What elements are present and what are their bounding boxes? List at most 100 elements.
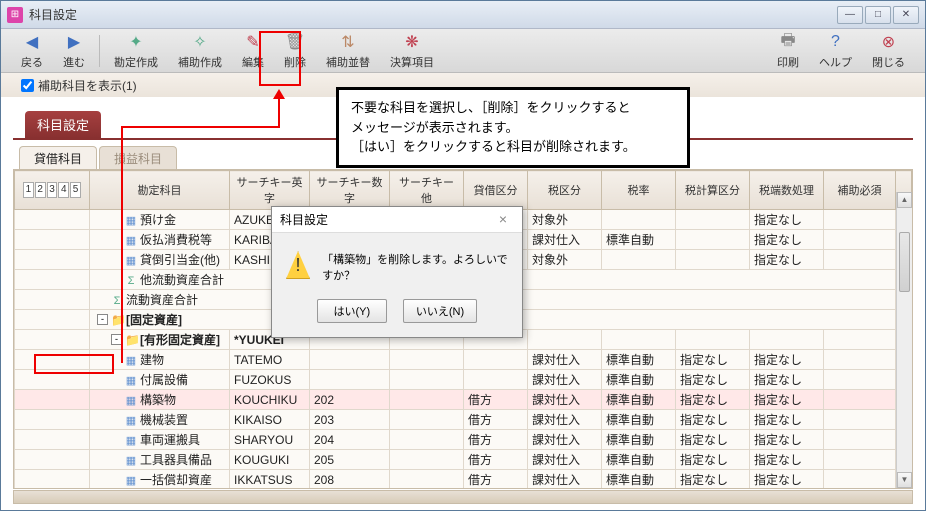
col-aux-req[interactable]: 補助必須: [824, 171, 896, 210]
col-tax-round[interactable]: 税端数処理: [750, 171, 824, 210]
item-icon: ▦: [125, 253, 137, 267]
create-account-button[interactable]: ✦ 勘定作成: [104, 29, 168, 72]
app-icon: ⊞: [7, 7, 23, 23]
aux-order-icon: ⇅: [337, 31, 359, 53]
cell-bs-type: 借方: [464, 390, 528, 410]
minimize-button[interactable]: —: [837, 6, 863, 24]
arrow-line-v2: [121, 126, 123, 363]
page-3[interactable]: 3: [47, 182, 58, 198]
cell-tax-rate: 標準自動: [602, 450, 676, 470]
table-row[interactable]: ▦車両運搬具SHARYOU204借方課対仕入標準自動指定なし指定なし: [15, 430, 912, 450]
cell-tax-rate: 標準自動: [602, 370, 676, 390]
cell-tax-round: 指定なし: [750, 410, 824, 430]
cell-tax-rate: 標準自動: [602, 430, 676, 450]
back-button[interactable]: ◀ 戻る: [11, 29, 53, 72]
table-row[interactable]: ▦機械装置KIKAISO203借方課対仕入標準自動指定なし指定なし: [15, 410, 912, 430]
page-2[interactable]: 2: [35, 182, 46, 198]
scroll-thumb[interactable]: [899, 232, 910, 292]
item-icon: ▦: [125, 453, 137, 467]
col-bs-type[interactable]: 貸借区分: [464, 171, 528, 210]
cell-key-other: [390, 410, 464, 430]
help-button[interactable]: ? ヘルプ: [809, 29, 862, 72]
show-aux-checkbox[interactable]: [21, 79, 34, 92]
scroll-down-button[interactable]: ▼: [897, 472, 912, 488]
tree-toggle[interactable]: -: [97, 314, 108, 325]
cell-tax-type: [528, 330, 602, 350]
help-icon: ?: [825, 31, 847, 53]
cell-tax-round: 指定なし: [750, 470, 824, 490]
no-button[interactable]: いいえ(N): [403, 299, 477, 323]
cell-key-other: [390, 350, 464, 370]
cell-key-num: 204: [310, 430, 390, 450]
settlement-button[interactable]: ❋ 決算項目: [380, 29, 444, 72]
cell-tax-calc: 指定なし: [676, 470, 750, 490]
account-name-text: 工具器具備品: [140, 451, 212, 468]
page-4[interactable]: 4: [58, 182, 69, 198]
vertical-scrollbar[interactable]: ▲ ▼: [896, 192, 912, 488]
cell-account-name: ▦貸倒引当金(他): [90, 250, 230, 270]
account-name-text: 流動資産合計: [126, 291, 198, 308]
cell-aux-req: [824, 350, 896, 370]
col-tax-rate[interactable]: 税率: [602, 171, 676, 210]
item-icon: ▦: [125, 433, 137, 447]
dialog-title-text: 科目設定: [280, 211, 328, 228]
cell-tax-rate: 標準自動: [602, 230, 676, 250]
aux-order-button[interactable]: ⇅ 補助並替: [316, 29, 380, 72]
cell-key-en: KIKAISO: [230, 410, 310, 430]
cell-key-other: [390, 450, 464, 470]
table-row[interactable]: ▦建物TATEMO課対仕入標準自動指定なし指定なし: [15, 350, 912, 370]
col-key-en[interactable]: サーチキー英字: [230, 171, 310, 210]
page-5[interactable]: 5: [70, 182, 81, 198]
dialog-close-button[interactable]: ×: [492, 211, 514, 229]
cell-tax-round: 指定なし: [750, 230, 824, 250]
col-tax-type[interactable]: 税区分: [528, 171, 602, 210]
col-tax-calc[interactable]: 税計算区分: [676, 171, 750, 210]
cell-bs-type: [464, 350, 528, 370]
tab-pl[interactable]: 損益科目: [99, 146, 177, 170]
col-key-num[interactable]: サーチキー数字: [310, 171, 390, 210]
account-name-text: 車両運搬具: [140, 431, 200, 448]
maximize-button[interactable]: □: [865, 6, 891, 24]
account-name-text: 仮払消費税等: [140, 231, 212, 248]
table-row[interactable]: ▦一括償却資産IKKATSUS208借方課対仕入標準自動指定なし指定なし: [15, 470, 912, 490]
page-1[interactable]: 1: [23, 182, 34, 198]
col-account[interactable]: 勘定科目: [90, 171, 230, 210]
table-row[interactable]: ▦工具器具備品KOUGUKI205借方課対仕入標準自動指定なし指定なし: [15, 450, 912, 470]
table-row[interactable]: ▦付属設備FUZOKUS課対仕入標準自動指定なし指定なし: [15, 370, 912, 390]
cell-tax-calc: [676, 330, 750, 350]
account-name-text: 機械装置: [140, 411, 188, 428]
cell-key-en: KOUGUKI: [230, 450, 310, 470]
cell-tax-type: 課対仕入: [528, 410, 602, 430]
cell-tax-type: 課対仕入: [528, 370, 602, 390]
yes-button[interactable]: はい(Y): [317, 299, 387, 323]
cell-aux-req: [824, 450, 896, 470]
cell-key-en: KOUCHIKU: [230, 390, 310, 410]
create-account-icon: ✦: [125, 31, 147, 53]
cell-account-name: ▦建物: [90, 350, 230, 370]
show-aux-label: 補助科目を表示(1): [38, 77, 137, 94]
cell-tax-rate: 標準自動: [602, 350, 676, 370]
edit-button[interactable]: ✎ 編集: [232, 29, 274, 72]
cell-account-name: ▦預け金: [90, 210, 230, 230]
cell-tax-type: 課対仕入: [528, 230, 602, 250]
table-row[interactable]: ▦構築物KOUCHIKU202借方課対仕入標準自動指定なし指定なし: [15, 390, 912, 410]
cell-key-num: 208: [310, 470, 390, 490]
account-name-text: 他流動資産合計: [140, 271, 224, 288]
delete-button[interactable]: 🗑 削除: [274, 29, 316, 72]
item-icon: ▦: [125, 473, 137, 487]
col-key-other[interactable]: サーチキー他: [390, 171, 464, 210]
scroll-up-button[interactable]: ▲: [897, 192, 912, 208]
row-gutter: [15, 430, 90, 450]
forward-button[interactable]: ▶ 進む: [53, 29, 95, 72]
create-aux-button[interactable]: ✧ 補助作成: [168, 29, 232, 72]
cell-account-name: ▦仮払消費税等: [90, 230, 230, 250]
cell-aux-req: [824, 470, 896, 490]
col-pager: 1 2 3 4 5: [15, 171, 90, 210]
cell-aux-req: [824, 370, 896, 390]
cell-tax-round: 指定なし: [750, 350, 824, 370]
print-button[interactable]: 🖶 印刷: [767, 29, 809, 72]
cell-bs-type: 借方: [464, 470, 528, 490]
close-window-button[interactable]: ✕: [893, 6, 919, 24]
close-button[interactable]: ⊗ 閉じる: [862, 29, 915, 72]
tab-bs[interactable]: 貸借科目: [19, 146, 97, 170]
